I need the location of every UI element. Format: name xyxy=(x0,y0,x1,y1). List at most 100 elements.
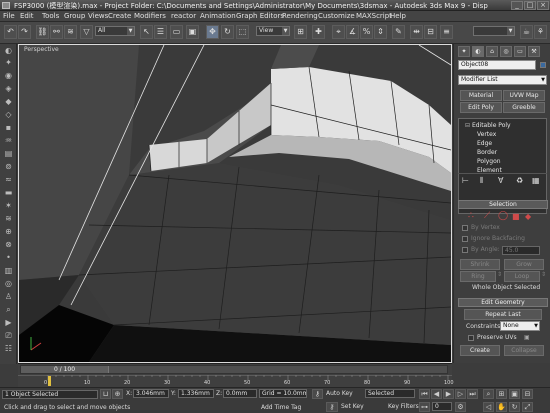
maximize-viewport-icon[interactable]: ⤢ xyxy=(522,402,533,412)
ignore-backfacing-checkbox[interactable] xyxy=(462,236,468,242)
select-by-name-button[interactable]: ☰ xyxy=(154,25,167,39)
rope-icon[interactable]: ◇ xyxy=(3,110,14,120)
current-frame-field[interactable]: 0 xyxy=(432,402,452,411)
menu-rendering[interactable]: Rendering xyxy=(282,12,318,20)
x-coordinate-field[interactable]: 3.046mm xyxy=(133,389,169,398)
angle-snap-button[interactable]: ∡ xyxy=(346,25,359,39)
named-selection-set-dropdown[interactable]: ▼ xyxy=(473,26,515,36)
loop-button[interactable]: Loop xyxy=(504,271,540,282)
create-button[interactable]: Create xyxy=(460,345,500,356)
grow-button[interactable]: Grow xyxy=(504,259,544,270)
softbody-icon[interactable]: ◆ xyxy=(3,97,14,107)
shrink-button[interactable]: Shrink xyxy=(460,259,500,270)
property-editor-icon[interactable]: ☷ xyxy=(3,344,14,354)
by-vertex-checkbox[interactable] xyxy=(462,225,468,231)
prismatic-icon[interactable]: ▥ xyxy=(3,266,14,276)
snap-toggle-button[interactable]: ⌖ xyxy=(332,25,345,39)
collapse-button[interactable]: Collapse xyxy=(504,345,544,356)
key-mode-dropdown[interactable]: Selected xyxy=(365,389,415,398)
select-object-button[interactable]: ↖ xyxy=(140,25,153,39)
absolute-mode-icon[interactable]: ⊕ xyxy=(112,389,123,399)
constraints-dropdown[interactable]: None ▼ xyxy=(500,321,540,331)
menu-customize[interactable]: Customize xyxy=(318,12,355,20)
key-mode-toggle-icon[interactable]: ⊶ xyxy=(419,402,430,412)
redo-button[interactable]: ↷ xyxy=(18,25,31,39)
lock-selection-icon[interactable]: ⊔ xyxy=(100,389,111,399)
by-angle-spinner[interactable]: 45.0 xyxy=(502,246,540,255)
undo-button[interactable]: ↶ xyxy=(4,25,17,39)
modify-tab[interactable]: ◐ xyxy=(472,46,484,57)
menu-edit[interactable]: Edit xyxy=(20,12,34,20)
repeat-last-button[interactable]: Repeat Last xyxy=(464,309,542,320)
window-crossing-button[interactable]: ▣ xyxy=(186,25,199,39)
pin-stack-icon[interactable]: ⊢ xyxy=(462,176,469,185)
ref-coord-dropdown[interactable]: View ▼ xyxy=(256,26,290,36)
preserve-uvs-checkbox[interactable] xyxy=(468,335,474,341)
analyze-icon[interactable]: ⌕ xyxy=(3,305,14,315)
named-selection-button[interactable]: ✎ xyxy=(392,25,405,39)
border-mode-icon[interactable]: ◯ xyxy=(498,211,508,221)
zoom-all-icon[interactable]: ⊞ xyxy=(496,389,507,399)
utilities-tab[interactable]: ⚒ xyxy=(528,46,540,57)
bind-spacewarp-button[interactable]: ≋ xyxy=(64,25,77,39)
hierarchy-tab[interactable]: ⌂ xyxy=(486,46,498,57)
auto-key-button[interactable]: Auto Key xyxy=(326,390,353,397)
pivot-center-button[interactable]: ⊞ xyxy=(294,25,307,39)
settings-icon[interactable]: ▣ xyxy=(524,334,530,341)
uvw-map-modifier-button[interactable]: UVW Map xyxy=(503,90,545,101)
time-slider-thumb[interactable]: 0 / 100 xyxy=(21,366,109,373)
menu-help[interactable]: Help xyxy=(390,12,406,20)
fracture-icon[interactable]: ✶ xyxy=(3,201,14,211)
create-tab[interactable]: ✦ xyxy=(458,46,470,57)
select-link-button[interactable]: ⛓ xyxy=(36,25,49,39)
time-slider[interactable]: 0 / 100 xyxy=(20,365,448,374)
menu-maxscript[interactable]: MAXScript xyxy=(356,12,392,20)
constraint-icon[interactable]: ⊕ xyxy=(3,227,14,237)
add-time-tag[interactable]: Add Time Tag xyxy=(261,404,301,411)
percent-snap-button[interactable]: % xyxy=(360,25,373,39)
material-modifier-button[interactable]: Material xyxy=(460,90,502,101)
select-scale-button[interactable]: ⬚ xyxy=(236,25,249,39)
water-icon[interactable]: ≋ xyxy=(3,214,14,224)
minimize-button[interactable]: _ xyxy=(511,1,523,10)
goto-end-icon[interactable]: ⏭ xyxy=(467,389,478,399)
plane-icon[interactable]: ▤ xyxy=(3,149,14,159)
set-key-button[interactable]: Set Key xyxy=(341,403,364,410)
ring-button[interactable]: Ring xyxy=(460,271,496,282)
wind-icon[interactable]: ≈ xyxy=(3,175,14,185)
lock-icon[interactable]: ◐ xyxy=(3,46,14,56)
zoom-icon[interactable]: ⌕ xyxy=(483,389,494,399)
preview-icon[interactable]: ▶ xyxy=(3,318,14,328)
remove-modifier-icon[interactable]: ♻ xyxy=(516,176,523,185)
wand-icon[interactable]: ✦ xyxy=(3,58,14,68)
spinner-snap-button[interactable]: ⇕ xyxy=(374,25,387,39)
car-wheel-icon[interactable]: ◎ xyxy=(3,279,14,289)
stack-item-polygon[interactable]: Polygon xyxy=(459,157,546,166)
fov-icon[interactable]: ◁ xyxy=(483,402,494,412)
stack-item-edge[interactable]: Edge xyxy=(459,139,546,148)
object-name-field[interactable]: Object08 xyxy=(458,60,536,70)
show-end-result-icon[interactable]: ⫴ xyxy=(480,176,483,186)
prev-frame-icon[interactable]: ◀ xyxy=(431,389,442,399)
menu-reactor[interactable]: reactor xyxy=(171,12,196,20)
polygon-mode-icon[interactable]: ■ xyxy=(512,212,520,221)
time-config-icon[interactable]: ⚙ xyxy=(455,402,466,412)
next-frame-icon[interactable]: ▷ xyxy=(455,389,466,399)
key-icon[interactable]: ⚷ xyxy=(312,389,323,399)
unlink-button[interactable]: ⚯ xyxy=(50,25,63,39)
mirror-button[interactable]: ⇹ xyxy=(410,25,423,39)
select-move-button[interactable]: ✥ xyxy=(206,25,219,39)
render-scene-button[interactable]: ☕ xyxy=(520,25,533,39)
edit-geometry-rollout-header[interactable]: Edit Geometry xyxy=(458,298,548,307)
perspective-viewport[interactable]: Perspective xyxy=(18,44,452,363)
edit-poly-modifier-button[interactable]: Edit Poly xyxy=(460,102,502,113)
deform-icon[interactable]: ▪ xyxy=(3,123,14,133)
menu-views[interactable]: Views xyxy=(88,12,108,20)
stack-item-border[interactable]: Border xyxy=(459,148,546,157)
motor-icon[interactable]: ⊚ xyxy=(3,162,14,172)
cloth-icon[interactable]: ◈ xyxy=(3,84,14,94)
viewport-label[interactable]: Perspective xyxy=(24,46,59,53)
play-icon[interactable]: ▶ xyxy=(443,389,454,399)
zoom-extents-all-icon[interactable]: ⊟ xyxy=(522,389,533,399)
stack-item-editable-poly[interactable]: ⊟ Editable Poly xyxy=(459,121,546,130)
